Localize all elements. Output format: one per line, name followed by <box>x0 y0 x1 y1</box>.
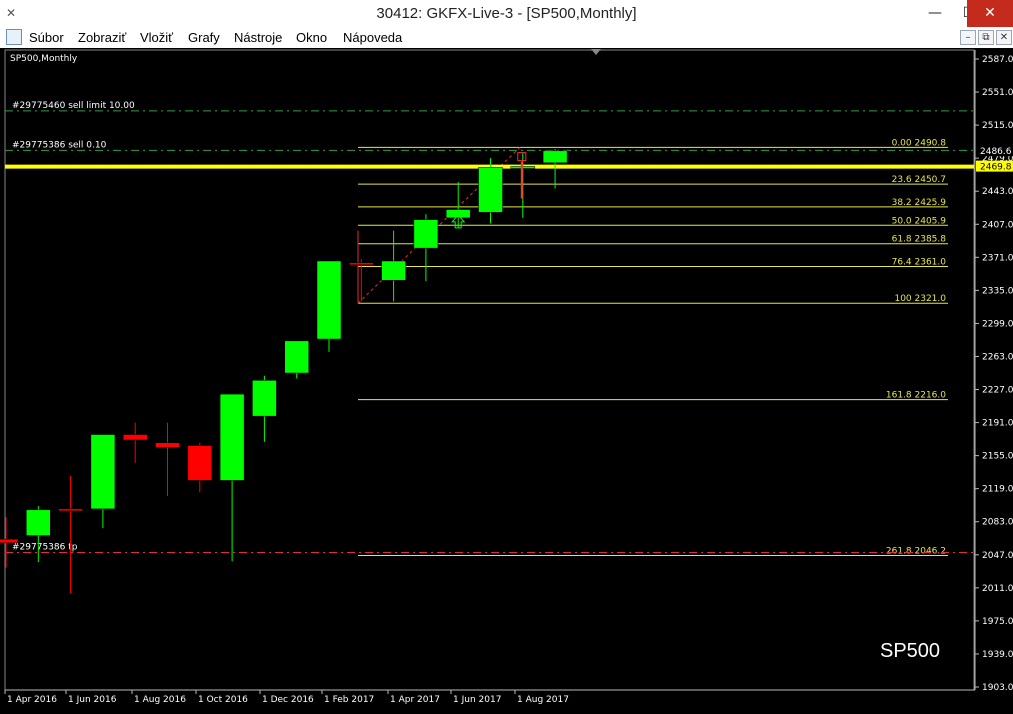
fib-level-label: 50.0 2405.9 <box>892 216 947 226</box>
price-tick-label: 2371.0 <box>982 253 1013 263</box>
fib-level-label: 23.6 2450.7 <box>892 175 946 185</box>
price-tick-label: 2227.0 <box>982 386 1013 396</box>
time-tick-label: 1 Aug 2016 <box>134 695 186 705</box>
chart-symbol-label: SP500,Monthly <box>10 54 78 64</box>
price-tick-label: 1903.0 <box>982 683 1013 693</box>
price-tick-label: 2407.0 <box>982 220 1013 230</box>
price-tick-label: 2047.0 <box>982 551 1013 561</box>
price-tick-label: 2083.0 <box>982 518 1013 528</box>
time-tick-label: 1 Apr 2016 <box>7 695 57 705</box>
price-tick-label: 2191.0 <box>982 419 1013 429</box>
price-tick-label: 2011.0 <box>982 584 1013 594</box>
sell-marker-icon[interactable] <box>517 152 527 162</box>
time-tick-label: 1 Apr 2017 <box>390 695 440 705</box>
price-tick-label: 2335.0 <box>982 286 1013 296</box>
plot-border <box>4 49 975 691</box>
candle-body[interactable] <box>349 262 374 266</box>
fib-level-label: 261.8 2046.2 <box>886 547 946 557</box>
price-tick-label: 1975.0 <box>982 617 1013 627</box>
candle-body[interactable] <box>542 150 568 163</box>
price-tick-label: 2119.0 <box>982 485 1013 495</box>
candle-body[interactable] <box>252 380 277 417</box>
candle-body[interactable] <box>413 219 439 249</box>
time-tick-label: 1 Dec 2016 <box>262 695 314 705</box>
candle-body[interactable] <box>122 434 148 441</box>
price-tick-label: 2443.0 <box>982 187 1013 197</box>
chart-shift-marker[interactable] <box>591 49 601 55</box>
fib-level-label: 0.00 2490.8 <box>892 138 947 148</box>
time-tick-label: 1 Feb 2017 <box>324 695 374 705</box>
price-tick-label: 2587.0 <box>982 55 1013 65</box>
fib-level-label: 61.8 2385.8 <box>892 235 947 245</box>
symbol-watermark: SP500 <box>880 640 941 662</box>
candle-body[interactable] <box>381 260 406 281</box>
time-tick-label: 1 Oct 2016 <box>198 695 248 705</box>
bid-price-label: 2486.6 <box>980 147 1012 157</box>
candle-body[interactable] <box>90 434 116 510</box>
order-label: #29775386 tp <box>12 542 78 552</box>
time-tick-label: 1 Aug 2017 <box>517 695 569 705</box>
candle-body[interactable] <box>0 538 19 544</box>
order-label: #29775460 sell limit 10.00 <box>12 101 135 111</box>
price-tick-label: 2299.0 <box>982 319 1013 329</box>
time-tick-label: 1 Jun 2016 <box>68 695 117 705</box>
candle-body[interactable] <box>445 209 471 219</box>
price-tick-label: 2551.0 <box>982 88 1013 98</box>
time-tick-label: 1 Jun 2017 <box>453 695 501 705</box>
price-tick-label: 2515.0 <box>982 121 1013 131</box>
line-price-label: 2469.8 <box>980 163 1012 173</box>
order-label: #29775386 sell 0.10 <box>12 140 107 150</box>
fib-level-label: 100 2321.0 <box>894 294 946 304</box>
price-tick-label: 1939.0 <box>982 650 1013 660</box>
candle-body[interactable] <box>219 393 245 481</box>
fib-level-label: 76.4 2361.0 <box>892 257 947 267</box>
price-chart[interactable]: 2587.02551.02515.02479.02443.02407.02371… <box>0 0 1013 714</box>
candle-body[interactable] <box>26 509 51 536</box>
candle-body[interactable] <box>316 260 342 340</box>
price-tick-label: 2155.0 <box>982 452 1013 462</box>
fib-level-label: 38.2 2425.9 <box>892 198 947 208</box>
candle-body[interactable] <box>187 445 213 481</box>
price-tick-label: 2263.0 <box>982 352 1013 362</box>
candle-body[interactable] <box>155 442 180 448</box>
candle-body[interactable] <box>478 167 503 213</box>
fib-level-label: 161.8 2216.0 <box>886 391 946 401</box>
candle-body[interactable] <box>284 340 309 374</box>
candle-body[interactable] <box>58 508 83 512</box>
